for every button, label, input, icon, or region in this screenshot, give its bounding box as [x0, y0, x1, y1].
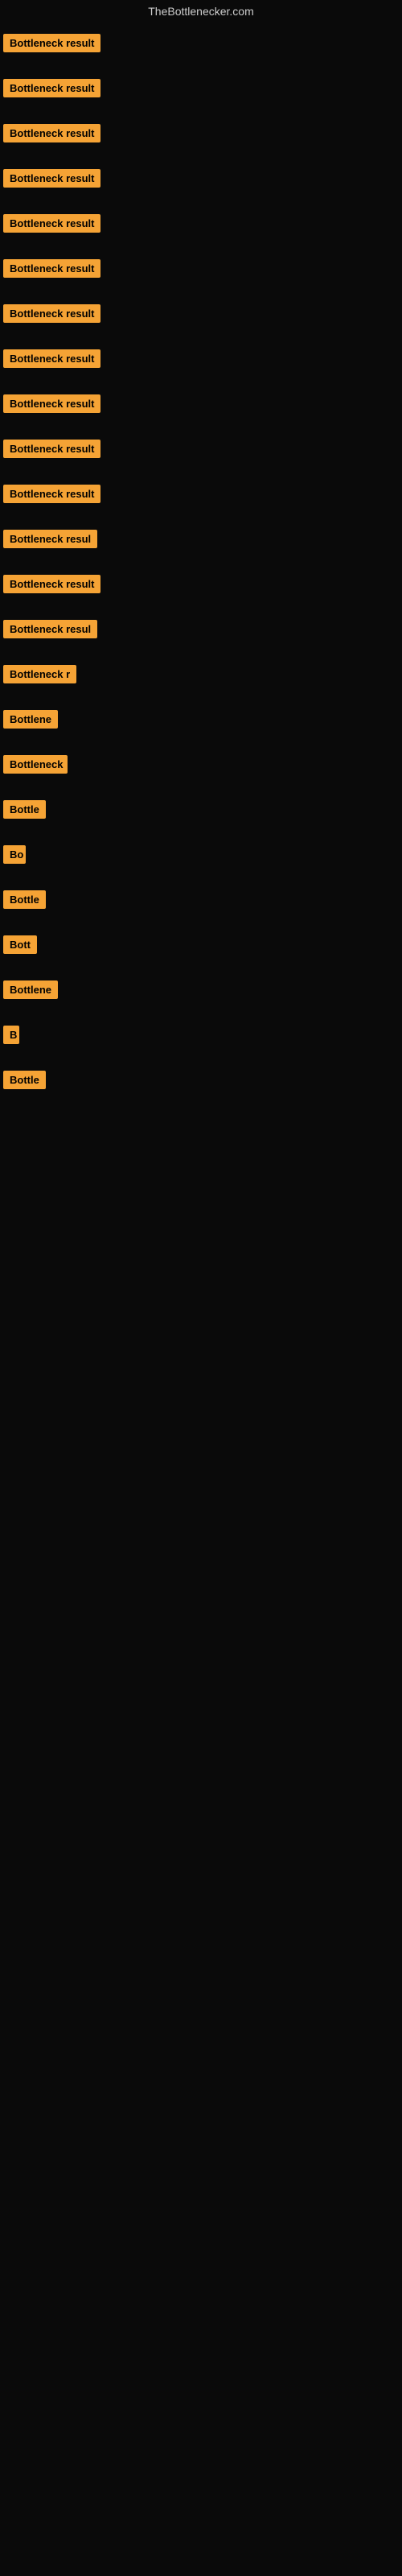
badge-row-18: Bottle [0, 789, 402, 834]
bottleneck-badge-16[interactable]: Bottlene [3, 710, 58, 729]
bottleneck-badge-4[interactable]: Bottleneck result [3, 169, 100, 188]
bottleneck-badge-1[interactable]: Bottleneck result [3, 34, 100, 52]
badge-row-19: Bo [0, 834, 402, 879]
badge-row-21: Bott [0, 924, 402, 969]
badge-row-17: Bottleneck [0, 744, 402, 789]
badge-row-2: Bottleneck result [0, 68, 402, 113]
badge-row-10: Bottleneck result [0, 428, 402, 473]
bottleneck-badge-11[interactable]: Bottleneck result [3, 485, 100, 503]
badge-row-3: Bottleneck result [0, 113, 402, 158]
bottleneck-badge-19[interactable]: Bo [3, 845, 26, 864]
badge-row-8: Bottleneck result [0, 338, 402, 383]
bottleneck-badge-12[interactable]: Bottleneck resul [3, 530, 97, 548]
page-container: TheBottlenecker.com Bottleneck resultBot… [0, 0, 402, 1104]
badge-row-16: Bottlene [0, 699, 402, 744]
bottleneck-badge-17[interactable]: Bottleneck [3, 755, 68, 774]
bottleneck-badge-18[interactable]: Bottle [3, 800, 46, 819]
bottleneck-badge-24[interactable]: Bottle [3, 1071, 46, 1089]
badge-row-1: Bottleneck result [0, 23, 402, 68]
bottleneck-badge-2[interactable]: Bottleneck result [3, 79, 100, 97]
badge-row-6: Bottleneck result [0, 248, 402, 293]
bottleneck-badge-13[interactable]: Bottleneck result [3, 575, 100, 593]
bottleneck-badge-10[interactable]: Bottleneck result [3, 440, 100, 458]
badge-row-5: Bottleneck result [0, 203, 402, 248]
badge-row-22: Bottlene [0, 969, 402, 1014]
badge-row-23: B [0, 1014, 402, 1059]
bottleneck-badge-3[interactable]: Bottleneck result [3, 124, 100, 142]
bottleneck-badge-7[interactable]: Bottleneck result [3, 304, 100, 323]
bottleneck-badge-9[interactable]: Bottleneck result [3, 394, 100, 413]
badge-row-4: Bottleneck result [0, 158, 402, 203]
badge-row-7: Bottleneck result [0, 293, 402, 338]
bottleneck-badge-23[interactable]: B [3, 1026, 19, 1044]
bottleneck-badge-5[interactable]: Bottleneck result [3, 214, 100, 233]
badges-container: Bottleneck result Bottleneck result Bottle… [0, 23, 402, 1104]
badge-row-13: Bottleneck result [0, 564, 402, 609]
badge-row-12: Bottleneck resul [0, 518, 402, 564]
badge-row-15: Bottleneck r [0, 654, 402, 699]
site-title: TheBottlenecker.com [0, 0, 402, 23]
badge-row-20: Bottle [0, 879, 402, 924]
bottleneck-badge-14[interactable]: Bottleneck resul [3, 620, 97, 638]
bottleneck-badge-15[interactable]: Bottleneck r [3, 665, 76, 683]
bottleneck-badge-6[interactable]: Bottleneck result [3, 259, 100, 278]
bottleneck-badge-21[interactable]: Bott [3, 935, 37, 954]
bottleneck-badge-20[interactable]: Bottle [3, 890, 46, 909]
badge-row-24: Bottle [0, 1059, 402, 1104]
badge-row-11: Bottleneck result [0, 473, 402, 518]
bottleneck-badge-22[interactable]: Bottlene [3, 980, 58, 999]
bottleneck-badge-8[interactable]: Bottleneck result [3, 349, 100, 368]
badge-row-9: Bottleneck result [0, 383, 402, 428]
badge-row-14: Bottleneck resul [0, 609, 402, 654]
